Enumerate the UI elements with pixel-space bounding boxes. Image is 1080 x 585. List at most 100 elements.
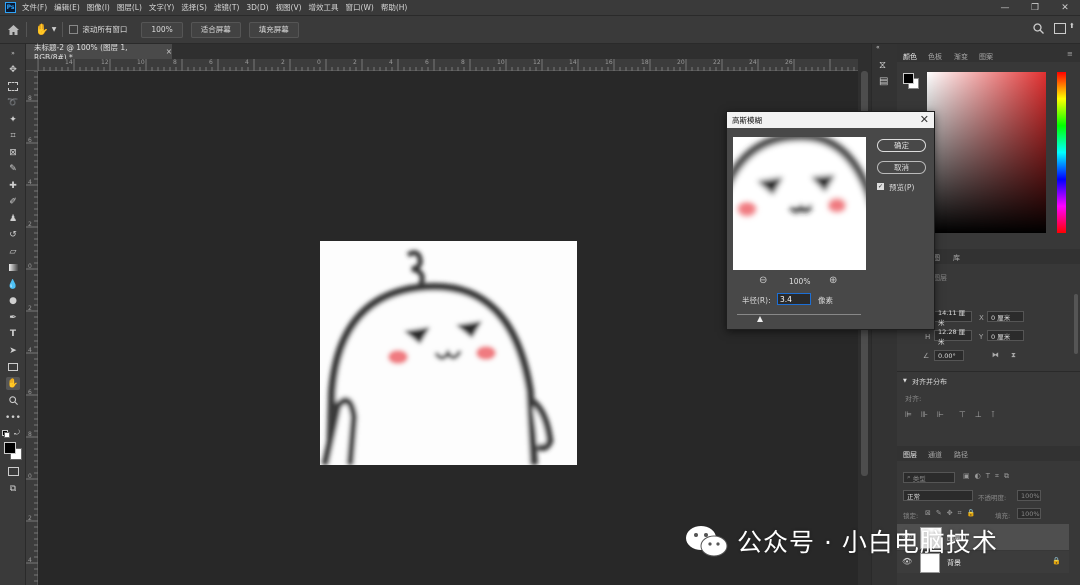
align-top-icon[interactable]: ⊤ xyxy=(959,410,966,419)
align-right-icon[interactable]: ⊩ xyxy=(937,410,944,419)
type-tool-icon[interactable]: T xyxy=(6,327,20,340)
swap-colors-icon[interactable]: ⤾ xyxy=(14,429,20,438)
move-tool-icon[interactable]: ✥ xyxy=(6,63,20,76)
menu-select[interactable]: 选择(S) xyxy=(181,2,207,13)
document-tab[interactable]: 未标题-2 @ 100% (图层 1, RGB/8#) * × xyxy=(26,43,172,62)
foreground-color-swatch[interactable] xyxy=(4,442,16,454)
collapse-toolbar-icon[interactable]: » xyxy=(6,47,20,60)
chevron-down-icon[interactable]: ▼ xyxy=(903,378,907,384)
fill-field[interactable]: 100% xyxy=(1017,508,1041,519)
brush-tool-icon[interactable]: ✐ xyxy=(6,195,20,208)
blur-preview[interactable] xyxy=(733,137,866,270)
workspace-icon[interactable] xyxy=(1054,23,1066,34)
panel-menu-icon[interactable]: ≡ xyxy=(1067,50,1073,58)
tab-layers[interactable]: 图层 xyxy=(903,450,917,460)
dialog-title-bar[interactable]: 高斯模糊 ✕ xyxy=(727,112,934,128)
blend-mode-select[interactable]: 正常 xyxy=(903,490,973,501)
filter-type-icon[interactable]: T xyxy=(986,472,990,481)
tab-channels[interactable]: 通道 xyxy=(928,450,942,460)
tab-libraries[interactable]: 库 xyxy=(953,253,960,263)
hand-tool-icon[interactable]: ✋ xyxy=(6,377,20,390)
collapse-panels-icon[interactable]: « xyxy=(876,44,880,51)
tab-color[interactable]: 颜色 xyxy=(903,52,917,62)
menu-plugins[interactable]: 增效工具 xyxy=(309,2,339,13)
canvas-image[interactable] xyxy=(320,241,577,465)
opacity-field[interactable]: 100% xyxy=(1017,490,1041,501)
dodge-tool-icon[interactable]: ● xyxy=(6,294,20,307)
home-icon[interactable] xyxy=(0,24,26,35)
blur-tool-icon[interactable]: 💧 xyxy=(6,278,20,291)
flip-vertical-icon[interactable]: ⧗ xyxy=(1011,351,1016,360)
layer-filter-input[interactable]: ⌕ 类型 xyxy=(903,472,955,483)
eraser-tool-icon[interactable]: ▱ xyxy=(6,245,20,258)
magic-wand-tool-icon[interactable]: ✦ xyxy=(6,113,20,126)
align-center-h-icon[interactable]: ⊪ xyxy=(921,410,928,419)
filter-smart-icon[interactable]: ⧉ xyxy=(1004,472,1009,481)
ok-button[interactable]: 确定 xyxy=(877,139,926,152)
history-panel-icon[interactable]: ⧖ xyxy=(879,60,886,71)
photoshop-logo[interactable]: Ps xyxy=(5,2,16,13)
height-field[interactable]: 12.28 厘米 xyxy=(934,328,972,346)
comments-panel-icon[interactable]: ▤ xyxy=(879,76,888,87)
menu-view[interactable]: 视图(V) xyxy=(276,2,302,13)
ruler-origin[interactable] xyxy=(26,59,38,71)
hand-tool-preset[interactable]: ✋ ▼ xyxy=(35,23,56,36)
menu-type[interactable]: 文字(Y) xyxy=(149,2,174,13)
width-field[interactable]: 14.11 厘米 xyxy=(934,309,972,327)
filter-shape-icon[interactable]: ⌗ xyxy=(995,472,999,481)
minimize-icon[interactable]: — xyxy=(990,0,1020,15)
x-field[interactable]: 0 厘米 xyxy=(987,311,1024,322)
screen-mode-icon[interactable]: ⧉ xyxy=(6,482,20,495)
color-swatches[interactable] xyxy=(4,442,22,460)
menu-window[interactable]: 窗口(W) xyxy=(346,2,374,13)
zoom-in-icon[interactable]: ⊕ xyxy=(829,275,837,286)
menu-edit[interactable]: 编辑(E) xyxy=(54,2,80,13)
fill-screen-button[interactable]: 填充屏幕 xyxy=(248,21,299,38)
zoom-tool-icon[interactable] xyxy=(6,394,20,407)
align-bottom-icon[interactable]: ⊺ xyxy=(991,410,995,419)
pen-tool-icon[interactable]: ✒ xyxy=(6,311,20,324)
color-picker-field[interactable] xyxy=(927,72,1046,233)
healing-brush-tool-icon[interactable]: ✚ xyxy=(6,179,20,192)
tab-paths[interactable]: 路径 xyxy=(954,450,968,460)
quick-mask-icon[interactable] xyxy=(6,465,20,478)
menu-file[interactable]: 文件(F) xyxy=(22,2,47,13)
search-icon[interactable] xyxy=(1033,23,1044,36)
color-panel-swatches[interactable] xyxy=(903,73,919,89)
angle-field[interactable]: 0.00° xyxy=(934,350,964,361)
lock-transparent-icon[interactable]: ⊠ xyxy=(925,509,931,518)
menu-image[interactable]: 图像(I) xyxy=(87,2,110,13)
gradient-tool-icon[interactable] xyxy=(6,261,20,274)
y-field[interactable]: 0 厘米 xyxy=(987,330,1024,341)
dialog-close-icon[interactable]: ✕ xyxy=(920,113,929,126)
share-icon[interactable]: ⬆ xyxy=(1069,22,1075,30)
lock-artboard-icon[interactable]: ⌗ xyxy=(958,509,962,518)
tab-patterns[interactable]: 图案 xyxy=(979,52,993,62)
frame-tool-icon[interactable]: ⊠ xyxy=(6,146,20,159)
eyedropper-tool-icon[interactable]: ✎ xyxy=(6,162,20,175)
menu-layer[interactable]: 图层(L) xyxy=(117,2,142,13)
hue-slider[interactable] xyxy=(1057,72,1066,233)
tab-gradients[interactable]: 渐变 xyxy=(954,52,968,62)
properties-scroll-thumb[interactable] xyxy=(1074,294,1078,354)
window-close-icon[interactable]: ✕ xyxy=(1050,0,1080,15)
lock-pixels-icon[interactable]: ✎ xyxy=(936,509,942,518)
scroll-all-checkbox[interactable] xyxy=(69,25,79,34)
menu-filter[interactable]: 滤镜(T) xyxy=(214,2,239,13)
filter-pixel-icon[interactable]: ▣ xyxy=(963,472,970,481)
filter-adjustment-icon[interactable]: ◐ xyxy=(975,472,981,481)
flip-horizontal-icon[interactable]: ⧓ xyxy=(992,351,999,359)
cancel-button[interactable]: 取消 xyxy=(877,161,926,174)
tab-swatches[interactable]: 色板 xyxy=(928,52,942,62)
history-brush-tool-icon[interactable]: ↺ xyxy=(6,228,20,241)
radius-slider-track[interactable] xyxy=(737,314,861,315)
document-tab-close-icon[interactable]: × xyxy=(166,47,172,56)
zoom-out-icon[interactable]: ⊖ xyxy=(759,275,767,286)
fit-screen-button[interactable]: 适合屏幕 xyxy=(190,21,241,38)
align-left-icon[interactable]: ⊫ xyxy=(905,410,912,419)
path-selection-tool-icon[interactable]: ➤ xyxy=(6,344,20,357)
lasso-tool-icon[interactable]: ➰ xyxy=(6,96,20,109)
align-center-v-icon[interactable]: ⊥ xyxy=(975,410,982,419)
lock-position-icon[interactable]: ✥ xyxy=(947,509,953,518)
radius-slider-handle[interactable] xyxy=(757,316,763,322)
